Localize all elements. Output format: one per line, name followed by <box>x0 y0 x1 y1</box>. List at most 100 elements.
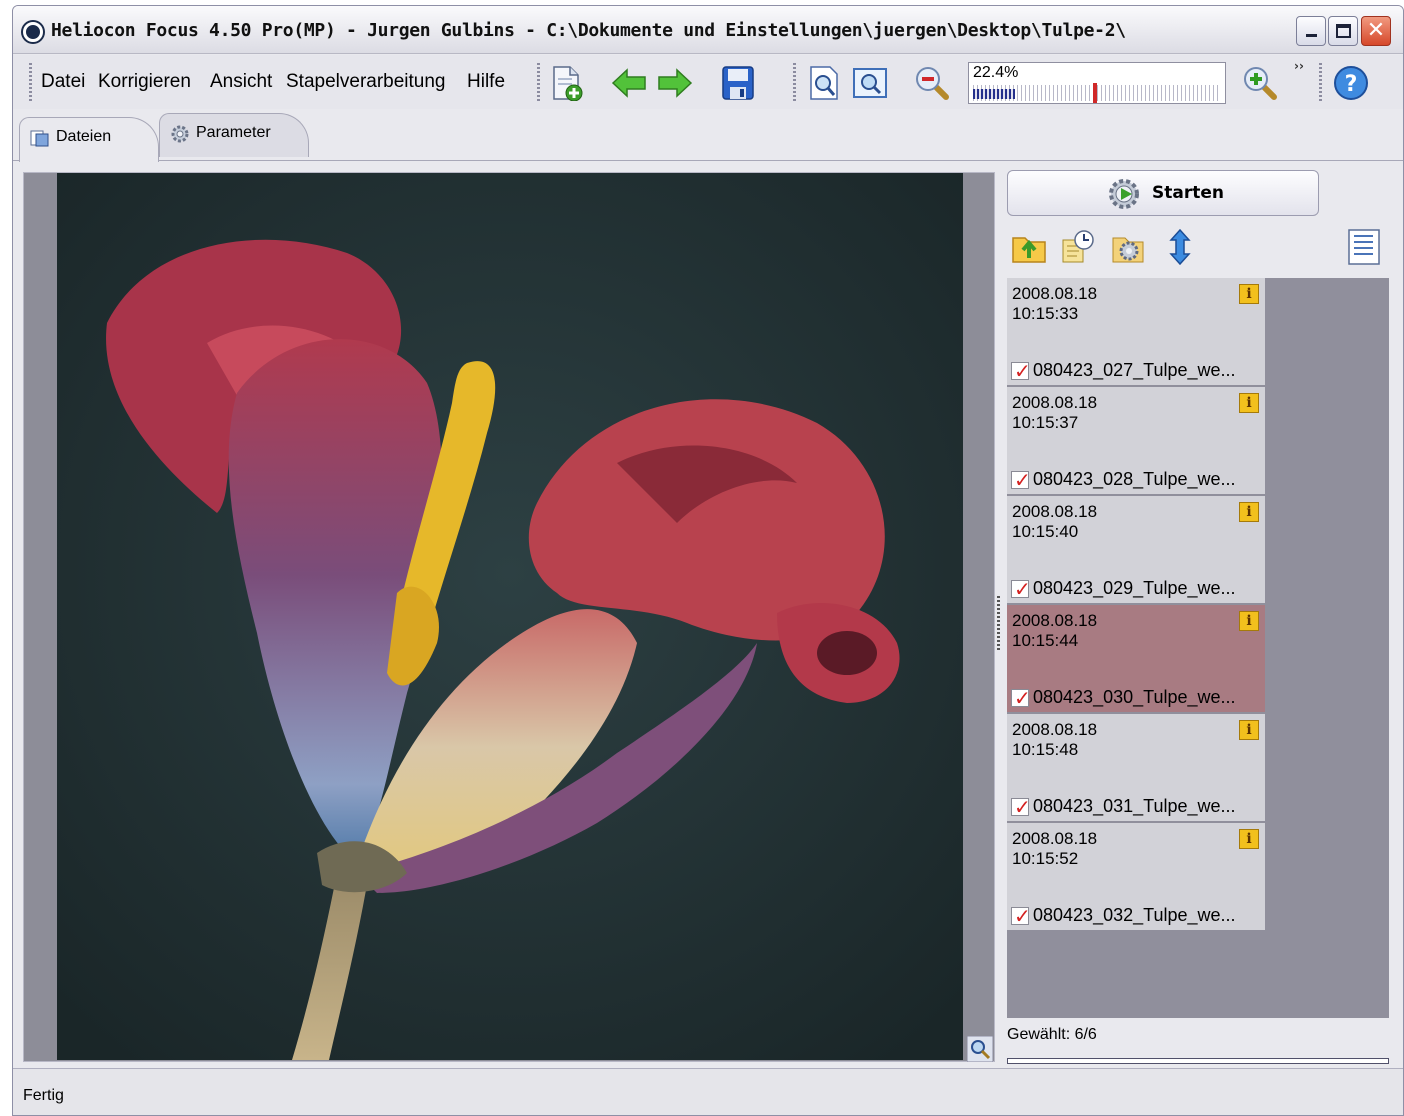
navigator-button[interactable] <box>966 1035 994 1063</box>
file-checkbox[interactable]: ✓ <box>1011 468 1031 492</box>
file-name: 080423_028_Tulpe_we... <box>1033 469 1236 489</box>
file-list-item[interactable]: 2008.08.18 10:15:44 i ✓ 080423_030_Tulpe_we.… <box>1007 605 1265 713</box>
status-text: Fertig <box>23 1087 64 1104</box>
zoom-in-button[interactable] <box>1241 64 1279 102</box>
checkmark-icon: ✓ <box>1014 468 1031 492</box>
file-time: 10:15:52 <box>1012 849 1079 868</box>
progress-bar <box>1007 1058 1389 1064</box>
file-date: 2008.08.18 <box>1012 611 1098 630</box>
list-view-button[interactable] <box>1345 228 1383 266</box>
gear-icon <box>171 125 189 143</box>
zoom-slider-thumb[interactable] <box>1093 83 1097 103</box>
save-icon <box>722 66 754 100</box>
zoom-page-button[interactable] <box>805 64 843 102</box>
arrow-left-icon <box>611 68 646 98</box>
start-button[interactable]: Starten <box>1007 170 1319 216</box>
file-checkbox[interactable]: ✓ <box>1011 795 1031 819</box>
close-button[interactable]: ✕ <box>1361 16 1391 46</box>
arrow-right-icon <box>658 68 693 98</box>
clock-document-icon <box>1062 230 1094 263</box>
zoom-in-icon <box>1244 67 1277 100</box>
file-list-item[interactable]: 2008.08.18 10:15:37 i ✓ 080423_028_Tulpe_we.… <box>1007 387 1265 495</box>
reorder-button[interactable] <box>1161 228 1199 266</box>
menu-korrigieren[interactable]: Korrigieren <box>98 71 191 93</box>
svg-text:?: ? <box>1345 72 1358 97</box>
next-button[interactable] <box>656 64 694 102</box>
zoom-slider[interactable]: 22.4% <box>968 62 1226 104</box>
file-date: 2008.08.18 <box>1012 829 1098 848</box>
file-list-item[interactable]: 2008.08.18 10:15:33 i ✓ 080423_027_Tulpe_we.… <box>1007 278 1265 386</box>
zoom-fit-button[interactable] <box>851 64 889 102</box>
sort-by-time-button[interactable] <box>1059 228 1097 266</box>
info-icon[interactable]: i <box>1239 611 1259 631</box>
menu-hilfe[interactable]: Hilfe <box>467 71 505 93</box>
file-time: 10:15:48 <box>1012 740 1079 759</box>
previous-button[interactable] <box>610 64 648 102</box>
panel-splitter[interactable] <box>997 596 1000 652</box>
file-date: 2008.08.18 <box>1012 502 1098 521</box>
menu-stapelverarbeitung[interactable]: Stapelverarbeitung <box>286 71 446 93</box>
toolbar-grip[interactable] <box>793 63 796 101</box>
zoom-out-button[interactable] <box>913 64 951 102</box>
file-checkbox[interactable]: ✓ <box>1011 359 1031 383</box>
toolbar-grip[interactable] <box>29 63 32 101</box>
maximize-button[interactable] <box>1328 16 1358 46</box>
add-folder-button[interactable] <box>1011 228 1049 266</box>
toolbar-grip[interactable] <box>537 63 540 101</box>
file-name: 080423_027_Tulpe_we... <box>1033 360 1236 380</box>
file-checkbox[interactable]: ✓ <box>1011 904 1031 928</box>
file-time: 10:15:44 <box>1012 631 1079 650</box>
file-list-item[interactable]: 2008.08.18 10:15:40 i ✓ 080423_029_Tulpe_we.… <box>1007 496 1265 604</box>
menu-ansicht[interactable]: Ansicht <box>210 71 272 93</box>
file-checkbox[interactable]: ✓ <box>1011 577 1031 601</box>
checkmark-icon: ✓ <box>1014 904 1031 928</box>
file-list[interactable]: 2008.08.18 10:15:33 i ✓ 080423_027_Tulpe_we.… <box>1007 278 1389 1018</box>
magnifier-icon <box>966 1035 994 1063</box>
selected-count: Gewählt: 6/6 <box>1007 1026 1097 1043</box>
file-list-item[interactable]: 2008.08.18 10:15:48 i ✓ 080423_031_Tulpe_we.… <box>1007 714 1265 822</box>
tab-parameter[interactable]: Parameter <box>159 113 309 157</box>
help-icon: ? <box>1334 66 1368 100</box>
toolbar-grip[interactable] <box>1319 63 1322 101</box>
file-name: 080423_032_Tulpe_we... <box>1033 905 1236 925</box>
file-date: 2008.08.18 <box>1012 284 1098 303</box>
folder-up-icon <box>1012 237 1046 263</box>
maximize-icon <box>1336 24 1351 38</box>
file-name: 080423_030_Tulpe_we... <box>1033 687 1236 707</box>
checkmark-icon: ✓ <box>1014 686 1031 710</box>
zoom-out-icon <box>916 67 949 100</box>
list-view-icon <box>1348 229 1380 265</box>
toolbar-overflow-button[interactable]: ›› <box>1294 59 1304 73</box>
zoom-page-icon <box>810 66 838 100</box>
file-time: 10:15:37 <box>1012 413 1079 432</box>
file-list-item[interactable]: 2008.08.18 10:15:52 i ✓ 080423_032_Tulpe_we.… <box>1007 823 1265 931</box>
minimize-button[interactable] <box>1296 16 1326 46</box>
menu-datei[interactable]: Datei <box>41 71 85 93</box>
info-icon[interactable]: i <box>1239 393 1259 413</box>
toolbar: Datei Korrigieren Ansicht Stapelverarbei… <box>13 55 1403 109</box>
settings-button[interactable] <box>1109 228 1147 266</box>
app-window: Heliocon Focus 4.50 Pro(MP) - Jurgen Gul… <box>12 5 1404 1116</box>
settings-gear-icon <box>1112 237 1144 263</box>
file-checkbox[interactable]: ✓ <box>1011 686 1031 710</box>
file-date: 2008.08.18 <box>1012 720 1098 739</box>
minimize-icon <box>1306 34 1317 37</box>
tab-label: Dateien <box>56 128 112 145</box>
info-icon[interactable]: i <box>1239 502 1259 522</box>
add-image-button[interactable] <box>548 64 586 102</box>
save-button[interactable] <box>719 64 757 102</box>
tab-dateien[interactable]: Dateien <box>19 117 159 162</box>
image-viewer[interactable] <box>23 172 995 1062</box>
file-name: 080423_031_Tulpe_we... <box>1033 796 1236 816</box>
zoom-fit-icon <box>853 68 887 98</box>
title-bar[interactable]: Heliocon Focus 4.50 Pro(MP) - Jurgen Gul… <box>13 6 1403 54</box>
checkmark-icon: ✓ <box>1014 359 1031 383</box>
help-button[interactable]: ? <box>1332 64 1370 102</box>
info-icon[interactable]: i <box>1239 284 1259 304</box>
file-time: 10:15:40 <box>1012 522 1079 541</box>
info-icon[interactable]: i <box>1239 829 1259 849</box>
checkmark-icon: ✓ <box>1014 795 1031 819</box>
zoom-level-fill <box>973 89 1015 99</box>
info-icon[interactable]: i <box>1239 720 1259 740</box>
preview-image <box>57 173 963 1060</box>
